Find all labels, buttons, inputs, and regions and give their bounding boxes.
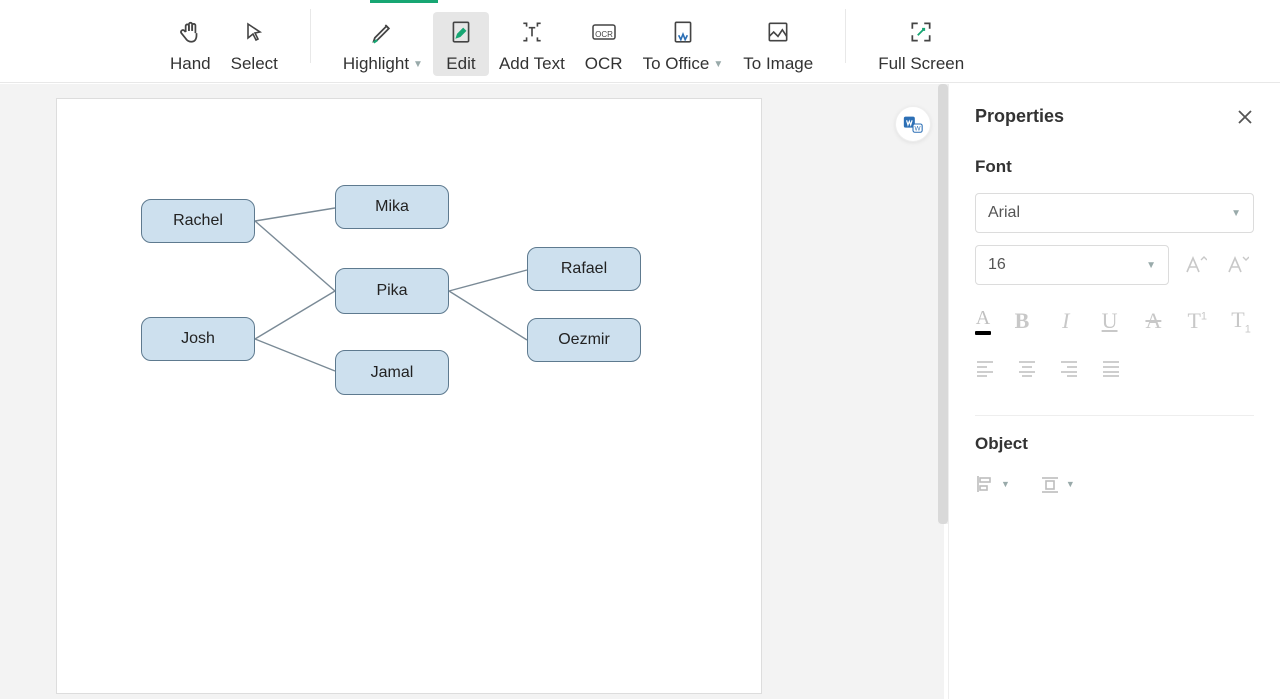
properties-panel: Properties Font Arial ▼ 16 ▼ A — [948, 84, 1280, 699]
edit-doc-icon — [447, 18, 475, 46]
to-image-button[interactable]: To Image — [733, 12, 823, 76]
align-justify-button[interactable] — [1101, 359, 1121, 377]
main-toolbar: Hand Select Highlight ▼ — [0, 0, 1280, 83]
edit-button[interactable]: Edit — [433, 12, 489, 76]
object-distribute-button[interactable]: ▼ — [1040, 474, 1075, 494]
align-left-icon — [975, 359, 995, 377]
diagram-node-josh[interactable]: Josh — [141, 317, 255, 361]
svg-text:OCR: OCR — [595, 30, 613, 39]
hand-icon — [176, 18, 204, 46]
panel-divider — [975, 415, 1254, 416]
hand-tool-button[interactable]: Hand — [160, 12, 221, 76]
chevron-down-icon: ▼ — [1231, 208, 1241, 219]
chevron-down-icon: ▼ — [1146, 260, 1156, 271]
diagram-node-rachel[interactable]: Rachel — [141, 199, 255, 243]
object-distribute-icon — [1040, 474, 1060, 494]
font-color-swatch — [975, 331, 991, 335]
highlight-button[interactable]: Highlight ▼ — [333, 12, 433, 76]
subscript-button[interactable]: T1 — [1228, 307, 1254, 335]
diagram-node-jamal[interactable]: Jamal — [335, 350, 449, 395]
chevron-down-icon: ▼ — [713, 59, 723, 70]
ocr-label: OCR — [585, 54, 623, 74]
diagram-node-pika[interactable]: Pika — [335, 268, 449, 314]
align-justify-icon — [1101, 359, 1121, 377]
font-color-icon: A — [976, 307, 990, 330]
font-color-button[interactable]: A — [975, 307, 991, 335]
underline-button[interactable]: U — [1097, 308, 1123, 334]
object-section-title: Object — [975, 434, 1254, 454]
decrease-font-button[interactable] — [1225, 254, 1253, 276]
strikethrough-button[interactable]: A — [1140, 308, 1166, 334]
font-family-select[interactable]: Arial ▼ — [975, 193, 1254, 233]
increase-font-button[interactable] — [1183, 254, 1211, 276]
node-label: Josh — [181, 330, 215, 348]
node-label: Pika — [376, 282, 407, 300]
vertical-scroll-thumb[interactable] — [938, 84, 948, 524]
add-text-button[interactable]: Add Text — [489, 12, 575, 76]
node-label: Oezmir — [558, 331, 610, 349]
diagram-node-mika[interactable]: Mika — [335, 185, 449, 229]
node-label: Rafael — [561, 260, 607, 278]
font-size-value: 16 — [988, 256, 1006, 274]
fullscreen-icon — [907, 18, 935, 46]
close-icon — [1236, 108, 1254, 126]
properties-title: Properties — [975, 106, 1064, 127]
chevron-down-icon: ▼ — [1001, 479, 1010, 489]
to-office-button[interactable]: To Office▼ — [633, 12, 734, 76]
italic-button[interactable]: I — [1053, 308, 1079, 334]
to-image-label: To Image — [743, 54, 813, 74]
to-office-icon — [669, 18, 697, 46]
highlight-pen-icon — [369, 18, 397, 46]
highlight-label: Highlight — [343, 54, 409, 74]
edit-label: Edit — [446, 54, 475, 74]
close-panel-button[interactable] — [1236, 108, 1254, 126]
chevron-down-icon: ▼ — [413, 59, 423, 70]
diagram-node-oezmir[interactable]: Oezmir — [527, 318, 641, 362]
font-family-value: Arial — [988, 204, 1020, 222]
align-right-icon — [1059, 359, 1079, 377]
toolbar-separator — [845, 9, 846, 63]
select-tool-button[interactable]: Select — [221, 12, 288, 76]
svg-text:W: W — [915, 125, 922, 132]
toolbar-separator — [310, 9, 311, 63]
node-label: Jamal — [371, 364, 414, 382]
word-convert-badge[interactable]: W — [895, 106, 931, 142]
align-center-icon — [1017, 359, 1037, 377]
ocr-button[interactable]: OCR OCR — [575, 12, 633, 76]
to-image-icon — [764, 18, 792, 46]
cursor-icon — [240, 18, 268, 46]
chevron-down-icon: ▼ — [1066, 479, 1075, 489]
font-section-title: Font — [975, 157, 1254, 177]
align-right-button[interactable] — [1059, 359, 1079, 377]
superscript-button[interactable]: T1 — [1184, 308, 1210, 334]
object-align-button[interactable]: ▼ — [975, 474, 1010, 494]
select-tool-label: Select — [231, 54, 278, 74]
object-align-icon — [975, 474, 995, 494]
align-left-button[interactable] — [975, 359, 995, 377]
ocr-icon: OCR — [590, 18, 618, 46]
align-center-button[interactable] — [1017, 359, 1037, 377]
diagram-node-rafael[interactable]: Rafael — [527, 247, 641, 291]
node-label: Rachel — [173, 212, 223, 230]
full-screen-button[interactable]: Full Screen — [868, 12, 974, 76]
canvas-workspace[interactable]: Rachel Josh Mika Pika Jamal Rafael Oezmi… — [0, 84, 944, 699]
full-screen-label: Full Screen — [878, 54, 964, 74]
document-page[interactable]: Rachel Josh Mika Pika Jamal Rafael Oezmi… — [56, 98, 762, 694]
add-text-label: Add Text — [499, 54, 565, 74]
hand-tool-label: Hand — [170, 54, 211, 74]
font-decrease-icon — [1225, 254, 1249, 276]
add-text-icon — [518, 18, 546, 46]
font-increase-icon — [1183, 254, 1207, 276]
node-label: Mika — [375, 198, 409, 216]
to-office-label: To Office — [643, 54, 710, 74]
font-size-select[interactable]: 16 ▼ — [975, 245, 1169, 285]
bold-button[interactable]: B — [1009, 308, 1035, 334]
